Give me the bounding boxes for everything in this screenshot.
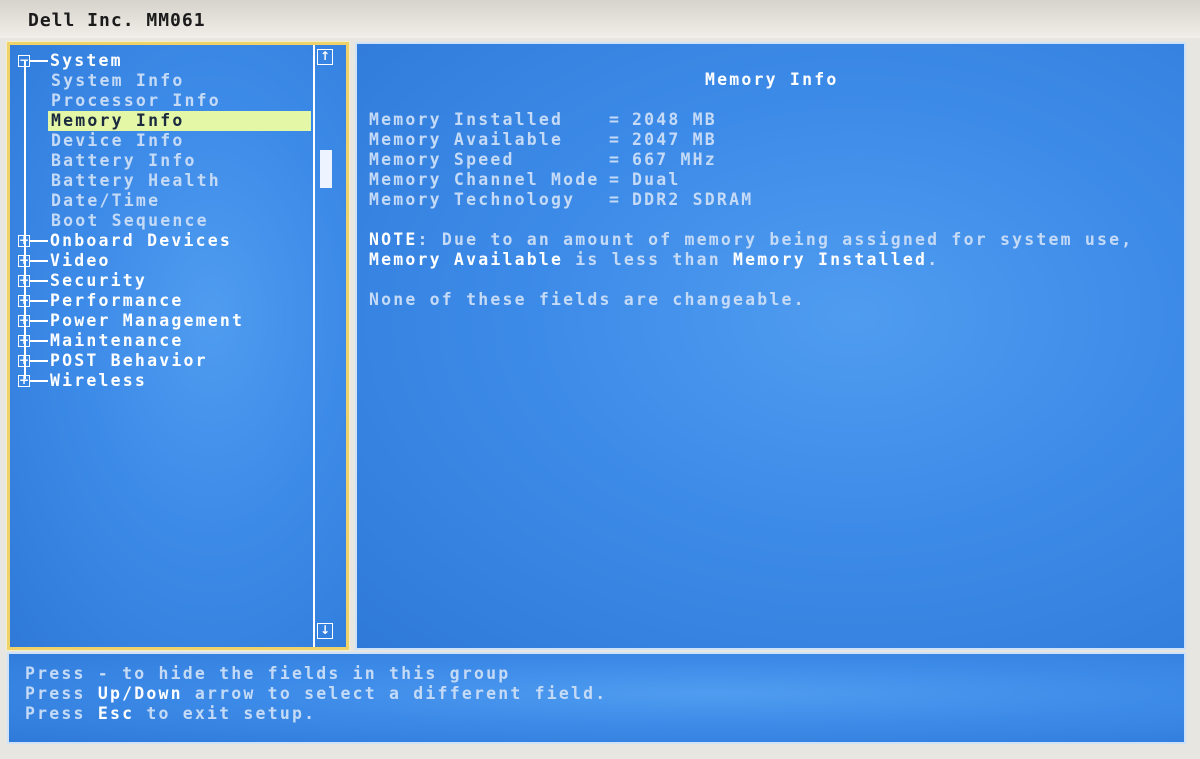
tree-item-date-time[interactable]: Date/Time bbox=[51, 191, 160, 211]
tree-branch-line bbox=[30, 260, 48, 262]
tree-branch-line bbox=[30, 320, 48, 322]
tree-group-power-management[interactable]: Power Management bbox=[50, 311, 244, 331]
arrow-up-icon[interactable]: ↑ bbox=[317, 49, 333, 65]
expand-icon[interactable]: + bbox=[18, 334, 30, 347]
tree-item-boot-sequence[interactable]: Boot Sequence bbox=[51, 211, 209, 231]
tree-item-memory-info[interactable]: Memory Info bbox=[51, 111, 184, 131]
row-label-memory-channel-mode: Memory Channel Mode bbox=[369, 170, 600, 189]
help-press: Press bbox=[25, 664, 86, 683]
row-label-memory-installed: Memory Installed bbox=[369, 110, 564, 129]
row-value-memory-installed: 2048 MB bbox=[632, 110, 717, 129]
help-key-esc: Esc bbox=[97, 704, 135, 723]
tree-group-maintenance[interactable]: Maintenance bbox=[50, 331, 183, 351]
detail-panel: Memory Info Memory Installed = 2048 MB M… bbox=[355, 42, 1186, 650]
row-value-memory-technology: DDR2 SDRAM bbox=[632, 190, 754, 209]
bios-screen: − System System Info Processor Info Memo… bbox=[0, 38, 1200, 759]
detail-title: Memory Info bbox=[705, 70, 839, 89]
help-line-3: Press Esc to exit setup. bbox=[25, 704, 316, 724]
tree-group-onboard-devices[interactable]: Onboard Devices bbox=[50, 231, 232, 251]
help-text: to exit setup. bbox=[134, 704, 317, 723]
settings-tree-panel: − System System Info Processor Info Memo… bbox=[6, 41, 350, 651]
tree-connector-line bbox=[24, 61, 26, 379]
tree-branch-line bbox=[30, 380, 48, 382]
tree-branch-line bbox=[30, 60, 48, 62]
window-title: Dell Inc. MM061 bbox=[28, 10, 206, 31]
row-separator: = bbox=[609, 110, 622, 129]
tree-group-post-behavior[interactable]: POST Behavior bbox=[50, 351, 208, 371]
note-term-available: Memory Available bbox=[369, 250, 564, 269]
expand-icon[interactable]: + bbox=[18, 354, 30, 367]
help-panel: Press - to hide the fields in this group… bbox=[7, 652, 1186, 744]
tree-group-wireless[interactable]: Wireless bbox=[50, 371, 147, 391]
note-line-1: NOTE: Due to an amount of memory being a… bbox=[369, 230, 1133, 250]
arrow-down-icon[interactable]: ↓ bbox=[317, 623, 333, 639]
tree-branch-line bbox=[30, 240, 48, 242]
tree-branch-line bbox=[30, 360, 48, 362]
help-line-1: Press - to hide the fields in this group bbox=[25, 664, 510, 684]
tree-branch-line bbox=[30, 340, 48, 342]
row-value-memory-available: 2047 MB bbox=[632, 130, 717, 149]
tree-group-video[interactable]: Video bbox=[50, 251, 111, 271]
row-separator: = bbox=[609, 130, 622, 149]
scroll-thumb[interactable] bbox=[320, 150, 332, 188]
help-text: - to hide the fields in this group bbox=[85, 664, 511, 683]
row-label-memory-available: Memory Available bbox=[369, 130, 564, 149]
expand-icon[interactable]: + bbox=[18, 314, 30, 327]
row-label-memory-technology: Memory Technology bbox=[369, 190, 576, 209]
tree-item-battery-info[interactable]: Battery Info bbox=[51, 151, 197, 171]
tree-group-security[interactable]: Security bbox=[50, 271, 147, 291]
expand-icon[interactable]: + bbox=[18, 294, 30, 307]
note-end: . bbox=[927, 250, 940, 269]
row-separator: = bbox=[609, 170, 622, 189]
window-titlebar: Dell Inc. MM061 bbox=[0, 0, 1200, 40]
tree-item-battery-health[interactable]: Battery Health bbox=[51, 171, 221, 191]
tree-group-system[interactable]: System bbox=[50, 51, 123, 71]
tree-item-processor-info[interactable]: Processor Info bbox=[51, 91, 221, 111]
row-separator: = bbox=[609, 150, 622, 169]
row-separator: = bbox=[609, 190, 622, 209]
expand-icon[interactable]: + bbox=[18, 374, 30, 387]
row-label-memory-speed: Memory Speed bbox=[369, 150, 515, 169]
tree-branch-line bbox=[30, 280, 48, 282]
row-value-memory-speed: 667 MHz bbox=[632, 150, 717, 169]
expand-icon[interactable]: + bbox=[18, 254, 30, 267]
help-press: Press bbox=[25, 684, 86, 703]
help-press: Press bbox=[25, 704, 86, 723]
expand-icon[interactable]: + bbox=[18, 234, 30, 247]
tree-group-performance[interactable]: Performance bbox=[50, 291, 183, 311]
not-changeable-note: None of these fields are changeable. bbox=[369, 290, 806, 309]
tree-branch-line bbox=[30, 300, 48, 302]
tree-item-system-info[interactable]: System Info bbox=[51, 71, 184, 91]
note-prefix: NOTE bbox=[369, 230, 418, 249]
tree-item-device-info[interactable]: Device Info bbox=[51, 131, 184, 151]
note-line-2: Memory Available is less than Memory Ins… bbox=[369, 250, 939, 270]
tree-scrollbar[interactable]: ↑ ↓ bbox=[313, 45, 335, 647]
expand-icon[interactable]: + bbox=[18, 274, 30, 287]
note-text: : Due to an amount of memory being assig… bbox=[417, 230, 1134, 249]
row-value-memory-channel-mode: Dual bbox=[632, 170, 681, 189]
collapse-icon[interactable]: − bbox=[18, 54, 30, 67]
help-line-2: Press Up/Down arrow to select a differen… bbox=[25, 684, 607, 704]
help-text: arrow to select a different field. bbox=[182, 684, 608, 703]
note-term-installed: Memory Installed bbox=[733, 250, 928, 269]
help-key-updown: Up/Down bbox=[97, 684, 183, 703]
note-mid-text: is less than bbox=[563, 250, 734, 269]
